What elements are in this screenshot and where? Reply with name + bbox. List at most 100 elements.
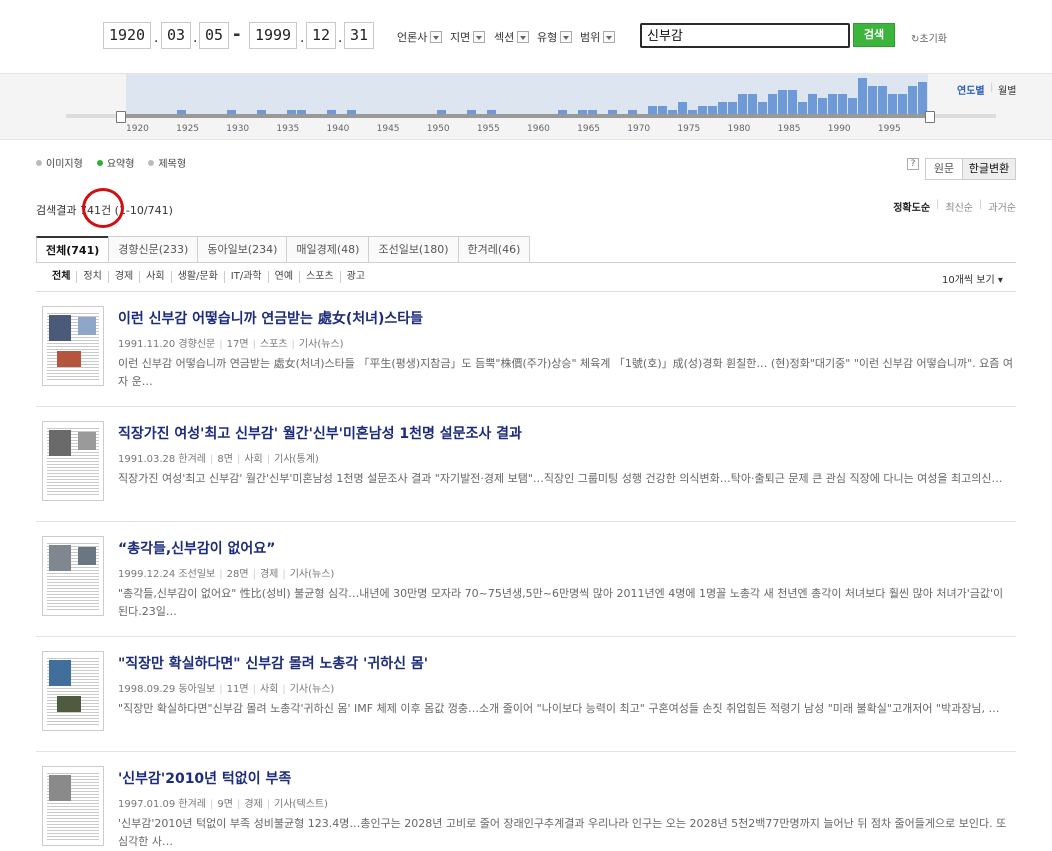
from-year-field[interactable]: 1920 xyxy=(103,22,151,49)
histogram-bar[interactable] xyxy=(748,94,758,114)
from-month-field[interactable]: 03 xyxy=(161,22,191,49)
filter-range[interactable]: 범위 xyxy=(580,29,616,45)
search-button[interactable]: 검색 xyxy=(853,23,895,47)
view-by-year[interactable]: 연도별 xyxy=(957,82,985,97)
year-tick-label: 1945 xyxy=(376,124,400,134)
tab-all[interactable]: 전체(741) xyxy=(36,236,110,263)
histogram-bar[interactable] xyxy=(888,94,898,114)
view-by-month[interactable]: 월별 xyxy=(998,82,1016,97)
histogram-bar[interactable] xyxy=(868,86,878,114)
search-input[interactable]: 신부감 xyxy=(640,23,850,48)
tab-maeil[interactable]: 매일경제(48) xyxy=(286,236,370,263)
category-entertainment[interactable]: 연예 xyxy=(267,271,299,283)
range-start-handle[interactable] xyxy=(116,111,126,123)
view-type-label: 제목형 xyxy=(158,159,187,170)
to-month-field[interactable]: 12 xyxy=(306,22,336,49)
newspaper-thumbnail[interactable] xyxy=(42,536,104,616)
result-title-link[interactable]: "직장만 확실하다면" 신부감 몰려 노총각 '귀하신 몸' xyxy=(118,653,428,673)
category-politics[interactable]: 정치 xyxy=(76,271,107,283)
category-it-science[interactable]: IT/과학 xyxy=(223,271,268,283)
result-snippet: "직장만 확실하다면"신부감 몰려 노총각'귀하신 몸' IMF 체제 이후 몸… xyxy=(118,702,1000,715)
chevron-down-icon[interactable] xyxy=(603,31,616,43)
histogram-bar[interactable] xyxy=(848,98,858,114)
original-script-button[interactable]: 원문 xyxy=(925,158,963,180)
meta-type: 기사(뉴스) xyxy=(289,684,335,695)
result-title-link[interactable]: “총각들,신부감이 없어요” xyxy=(118,538,275,558)
newspaper-thumbnail[interactable] xyxy=(42,306,104,386)
category-life-culture[interactable]: 생활/문화 xyxy=(170,271,224,283)
histogram-bar[interactable] xyxy=(738,94,748,114)
histogram-chart[interactable] xyxy=(126,74,928,114)
category-ads[interactable]: 광고 xyxy=(339,271,371,283)
to-day-field[interactable]: 31 xyxy=(344,22,374,49)
histogram-bar[interactable] xyxy=(707,106,717,114)
filter-label: 범위 xyxy=(580,31,601,44)
from-day-field[interactable]: 05 xyxy=(199,22,229,49)
category-sports[interactable]: 스포츠 xyxy=(299,271,340,283)
result-meta: 1997.01.09 한겨레 | 9면 | 경제 | 기사(텍스트) xyxy=(118,795,328,810)
histogram-bar[interactable] xyxy=(647,106,657,114)
category-economy[interactable]: 경제 xyxy=(107,271,139,283)
histogram-bar[interactable] xyxy=(788,90,798,114)
histogram-bar[interactable] xyxy=(778,90,788,114)
year-tick-label: 1960 xyxy=(527,124,550,134)
meta-separator: | xyxy=(219,569,223,580)
histogram-bar[interactable] xyxy=(818,98,828,114)
view-type-summary[interactable]: 요약형 xyxy=(96,155,134,170)
newspaper-thumbnail[interactable] xyxy=(42,651,104,731)
filter-page[interactable]: 지면 xyxy=(450,29,486,45)
histogram-bar[interactable] xyxy=(728,102,738,114)
tab-donga[interactable]: 동아일보(234) xyxy=(197,236,288,263)
category-all[interactable]: 전체 xyxy=(52,271,76,283)
histogram-bar[interactable] xyxy=(858,78,868,114)
sort-accuracy[interactable]: 정확도순 xyxy=(893,199,930,214)
filter-section[interactable]: 섹션 xyxy=(494,29,530,45)
view-type-title[interactable]: 제목형 xyxy=(148,155,186,170)
per-page-select[interactable]: 10개씩 보기 ▾ xyxy=(942,271,1003,286)
histogram-bar[interactable] xyxy=(808,94,818,114)
year-tick-label: 1970 xyxy=(627,124,651,134)
meta-page: 28면 xyxy=(226,569,249,580)
help-icon[interactable]: ? xyxy=(907,158,919,170)
histogram-bar[interactable] xyxy=(908,86,918,114)
histogram-bar[interactable] xyxy=(898,94,908,114)
result-title-link[interactable]: 직장가진 여성'최고 신부감' 월간'신부'미혼남성 1천명 설문조사 결과 xyxy=(118,423,522,443)
histogram-bar[interactable] xyxy=(828,94,838,114)
range-end-handle[interactable] xyxy=(925,111,935,123)
category-society[interactable]: 사회 xyxy=(139,271,170,283)
filter-press[interactable]: 언론사 xyxy=(397,29,443,45)
sort-oldest[interactable]: 과거순 xyxy=(988,199,1016,214)
histogram-bar[interactable] xyxy=(677,102,687,114)
year-tick-label: 1995 xyxy=(877,124,901,134)
histogram-bar[interactable] xyxy=(758,102,768,114)
year-tick-label: 1950 xyxy=(426,124,450,134)
newspaper-thumbnail[interactable] xyxy=(42,766,104,846)
histogram-bar[interactable] xyxy=(768,94,778,114)
view-type-image[interactable]: 이미지형 xyxy=(36,155,83,170)
result-item: 직장가진 여성'최고 신부감' 월간'신부'미혼남성 1천명 설문조사 결과 1… xyxy=(36,407,1016,522)
result-meta: 1991.03.28 한겨레 | 8면 | 사회 | 기사(통계) xyxy=(118,450,319,465)
result-title-link[interactable]: 이런 신부감 어떻습니까 연금받는 處女(처녀)스타들 xyxy=(118,308,423,328)
reset-button[interactable]: ↻초기화 xyxy=(911,30,947,45)
histogram-bar[interactable] xyxy=(798,102,808,114)
tab-hankyoreh[interactable]: 한겨레(46) xyxy=(457,236,531,263)
chevron-down-icon[interactable] xyxy=(430,31,443,43)
sort-latest[interactable]: 최신순 xyxy=(945,199,973,214)
result-title-link[interactable]: '신부감'2010년 턱없이 부족 xyxy=(118,768,291,788)
histogram-bar[interactable] xyxy=(918,82,928,114)
tab-kyunghyang[interactable]: 경향신문(233) xyxy=(108,236,199,263)
filter-type[interactable]: 유형 xyxy=(537,29,573,45)
meta-separator: | xyxy=(252,684,256,695)
chevron-down-icon[interactable] xyxy=(517,31,530,43)
newspaper-thumbnail[interactable] xyxy=(42,421,104,501)
histogram-bar[interactable] xyxy=(878,86,888,114)
tab-chosun[interactable]: 조선일보(180) xyxy=(368,236,459,263)
histogram-bar[interactable] xyxy=(838,94,848,114)
histogram-bar[interactable] xyxy=(717,102,727,114)
chevron-down-icon[interactable] xyxy=(473,31,486,43)
chevron-down-icon[interactable] xyxy=(560,31,573,43)
histogram-bar[interactable] xyxy=(657,106,667,114)
hangul-convert-button[interactable]: 한글변환 xyxy=(962,158,1016,180)
to-year-field[interactable]: 1999 xyxy=(249,22,297,49)
histogram-bar[interactable] xyxy=(697,106,707,114)
